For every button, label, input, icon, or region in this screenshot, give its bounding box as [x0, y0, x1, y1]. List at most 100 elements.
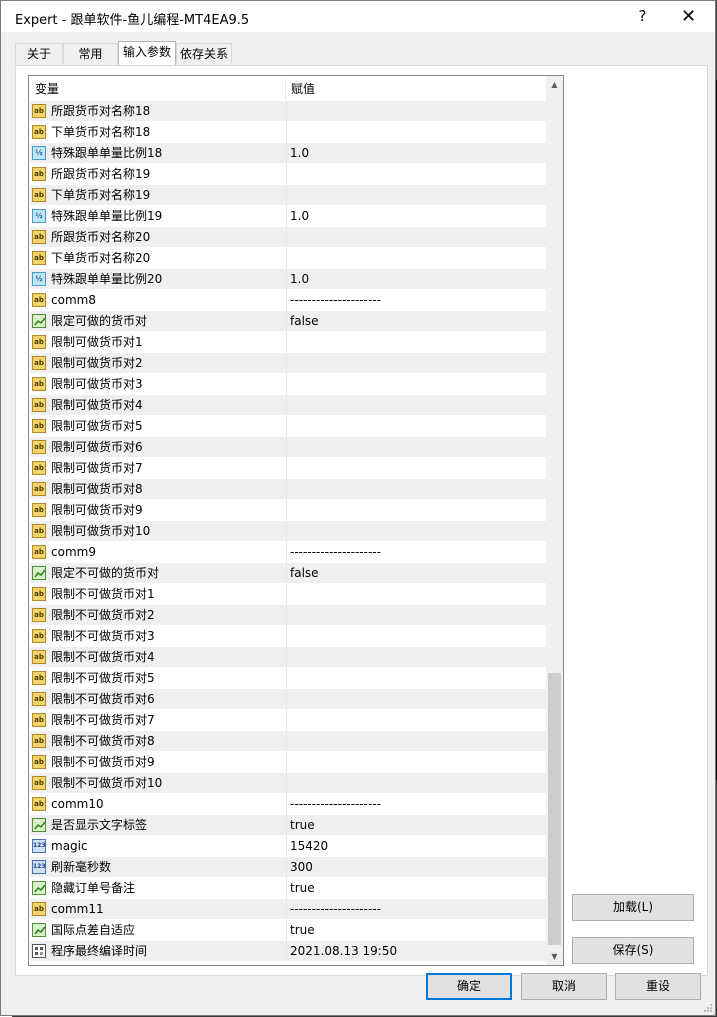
string-icon: ab	[32, 440, 46, 454]
parameter-row[interactable]: ab 限制不可做货币对1	[30, 584, 546, 605]
parameter-row[interactable]: 123 magic 15420	[30, 836, 546, 857]
parameter-row[interactable]: ab 限制不可做货币对6	[30, 689, 546, 710]
tab-about[interactable]: 关于	[15, 43, 63, 64]
cell-divider	[286, 731, 287, 752]
save-button[interactable]: 保存(S)	[572, 937, 694, 964]
scroll-thumb[interactable]	[548, 673, 561, 945]
parameter-name: 限制不可做货币对5	[51, 671, 155, 685]
parameter-row[interactable]: ab 限制可做货币对8	[30, 479, 546, 500]
cell-divider	[286, 584, 287, 605]
double-icon: ½	[32, 146, 46, 160]
parameter-row[interactable]: ab 限制可做货币对3	[30, 374, 546, 395]
parameter-row[interactable]: ab comm11 ---------------------	[30, 899, 546, 920]
cell-divider	[286, 920, 287, 941]
parameter-value[interactable]: ---------------------	[290, 542, 381, 563]
parameter-row[interactable]: ab comm8 ---------------------	[30, 290, 546, 311]
cancel-button[interactable]: 取消	[521, 973, 607, 1000]
cell-divider	[286, 101, 287, 122]
parameter-row[interactable]: ab 所跟货币对名称19	[30, 164, 546, 185]
parameter-value[interactable]: ---------------------	[290, 899, 381, 920]
parameter-row[interactable]: ab 限制不可做货币对8	[30, 731, 546, 752]
parameter-row[interactable]: ½ 特殊跟单单量比例18 1.0	[30, 143, 546, 164]
string-icon: ab	[32, 713, 46, 727]
parameter-row[interactable]: ab 限制可做货币对1	[30, 332, 546, 353]
parameter-row[interactable]: ab 限制可做货币对10	[30, 521, 546, 542]
parameter-row[interactable]: 是否显示文字标签 true	[30, 815, 546, 836]
parameter-row[interactable]: ab 限制不可做货币对3	[30, 626, 546, 647]
parameter-value[interactable]: false	[290, 311, 319, 332]
parameter-row[interactable]: ab 所跟货币对名称18	[30, 101, 546, 122]
parameter-name: 限制不可做货币对1	[51, 587, 155, 601]
parameter-row[interactable]: ab 限制不可做货币对9	[30, 752, 546, 773]
string-icon: ab	[32, 692, 46, 706]
parameter-name: 限制可做货币对3	[51, 377, 143, 391]
reset-button[interactable]: 重设	[615, 973, 701, 1000]
parameter-row[interactable]: 隐藏订单号备注 true	[30, 878, 546, 899]
cell-divider	[286, 458, 287, 479]
parameter-value[interactable]: true	[290, 815, 315, 836]
cell-divider	[286, 857, 287, 878]
parameter-row[interactable]: ab comm10 ---------------------	[30, 794, 546, 815]
column-separator[interactable]	[285, 79, 286, 99]
parameter-value[interactable]: 300	[290, 857, 313, 878]
parameter-name: magic	[51, 839, 88, 853]
parameter-row[interactable]: 限定可做的货币对 false	[30, 311, 546, 332]
parameter-name: 限制可做货币对5	[51, 419, 143, 433]
parameter-row[interactable]: ½ 特殊跟单单量比例19 1.0	[30, 206, 546, 227]
string-icon: ab	[32, 797, 46, 811]
parameter-row[interactable]: ab 下单货币对名称19	[30, 185, 546, 206]
cell-divider	[286, 605, 287, 626]
title-bar[interactable]: Expert - 跟单软件-鱼儿编程-MT4EA9.5 ? ✕	[1, 1, 715, 32]
parameter-value[interactable]: 1.0	[290, 206, 309, 227]
parameter-row[interactable]: ab 下单货币对名称18	[30, 122, 546, 143]
column-header-value[interactable]: 赋值	[291, 76, 315, 102]
parameter-row[interactable]: ab 限制可做货币对9	[30, 500, 546, 521]
parameter-row[interactable]: ab 限制不可做货币对7	[30, 710, 546, 731]
parameter-row[interactable]: ab 所跟货币对名称20	[30, 227, 546, 248]
parameter-name: 限制可做货币对10	[51, 524, 151, 538]
load-button[interactable]: 加载(L)	[572, 894, 694, 921]
parameter-row[interactable]: ab 限制不可做货币对5	[30, 668, 546, 689]
parameter-row[interactable]: ½ 特殊跟单单量比例20 1.0	[30, 269, 546, 290]
parameter-value[interactable]: 1.0	[290, 143, 309, 164]
scroll-down-arrow-icon[interactable]: ▼	[546, 948, 563, 965]
scroll-up-arrow-icon[interactable]: ▲	[546, 76, 563, 93]
string-icon: ab	[32, 356, 46, 370]
parameter-row[interactable]: ab 限制不可做货币对4	[30, 647, 546, 668]
parameter-row[interactable]: 123 刷新毫秒数 300	[30, 857, 546, 878]
parameter-row[interactable]: ab 限制可做货币对2	[30, 353, 546, 374]
parameter-row[interactable]: ab 限制可做货币对6	[30, 437, 546, 458]
help-button[interactable]: ?	[620, 1, 665, 32]
cell-divider	[286, 269, 287, 290]
parameter-row[interactable]: ab 限制不可做货币对2	[30, 605, 546, 626]
parameter-row[interactable]: ab 限制可做货币对4	[30, 395, 546, 416]
parameter-row[interactable]: ab comm9 ---------------------	[30, 542, 546, 563]
parameter-value[interactable]: 15420	[290, 836, 328, 857]
parameter-name: 是否显示文字标签	[51, 818, 148, 832]
ok-button[interactable]: 确定	[426, 973, 512, 1000]
tab-common[interactable]: 常用	[63, 43, 118, 64]
parameter-value[interactable]: 2021.08.13 19:50	[290, 941, 397, 962]
parameter-value[interactable]: ---------------------	[290, 794, 381, 815]
parameters-grid[interactable]: 变量 赋值 ab 所跟货币对名称18 ab 下单货币对名称18 ½ 特殊跟单单量比例18 1…	[28, 75, 564, 966]
parameter-value[interactable]: false	[290, 563, 319, 584]
parameter-value[interactable]: 1.0	[290, 269, 309, 290]
column-header-variable[interactable]: 变量	[35, 76, 59, 102]
parameter-row[interactable]: ab 限制可做货币对5	[30, 416, 546, 437]
parameter-value[interactable]: ---------------------	[290, 290, 381, 311]
parameter-row[interactable]: 国际点差自适应 true	[30, 920, 546, 941]
tab-dependencies[interactable]: 依存关系	[176, 43, 232, 64]
parameter-row[interactable]: 程序最终编译时间 2021.08.13 19:50	[30, 941, 546, 962]
parameter-row[interactable]: ab 限制不可做货币对10	[30, 773, 546, 794]
parameter-value[interactable]: true	[290, 878, 315, 899]
parameter-row[interactable]: ab 限制可做货币对7	[30, 458, 546, 479]
resize-grip-icon[interactable]	[703, 1003, 713, 1013]
close-button[interactable]: ✕	[666, 1, 711, 32]
tab-inputs[interactable]: 输入参数	[118, 41, 176, 65]
string-icon: ab	[32, 776, 46, 790]
parameter-row[interactable]: 限定不可做的货币对 false	[30, 563, 546, 584]
vertical-scrollbar[interactable]: ▲ ▼	[546, 76, 563, 965]
parameter-value[interactable]: true	[290, 920, 315, 941]
parameter-row[interactable]: ab 下单货币对名称20	[30, 248, 546, 269]
parameter-name: 所跟货币对名称19	[51, 167, 151, 181]
